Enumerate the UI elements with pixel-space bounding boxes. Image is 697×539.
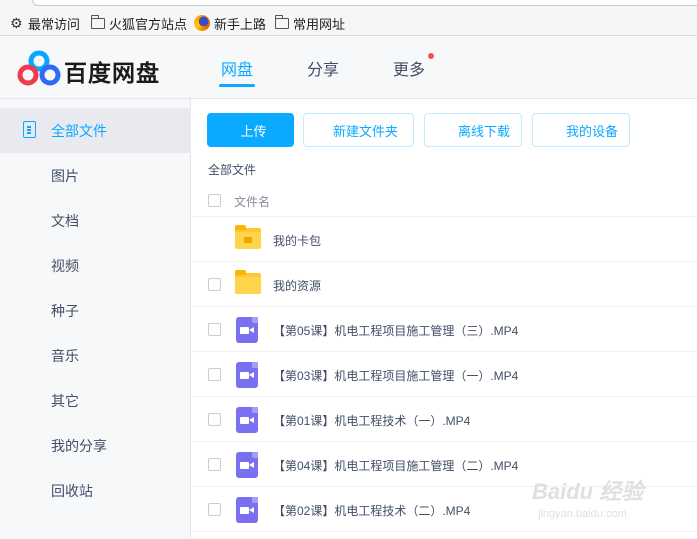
row-checkbox[interactable] [208, 413, 221, 426]
sidebar-item-label: 其它 [51, 392, 79, 409]
column-header-filename[interactable]: 文件名 [234, 193, 270, 210]
nav-share[interactable]: 分享 [307, 56, 339, 80]
sidebar-item-images[interactable]: 图片 [0, 153, 191, 198]
video-file-icon [236, 317, 258, 343]
baidu-netdisk-logo-icon[interactable] [17, 50, 61, 86]
baidu-jingyan-watermark: Baidu 经验 jingyan.baidu.com [532, 470, 692, 530]
sidebar-item-label: 我的分享 [51, 437, 107, 454]
watermark-main: Baidu 经验 [532, 479, 644, 504]
sidebar-item-torrents[interactable]: 种子 [0, 288, 191, 333]
upload-button[interactable]: 上传 [207, 113, 294, 147]
file-row[interactable]: 【第03课】机电工程项目施工管理（一）.MP4 [192, 352, 697, 397]
folder-icon [274, 14, 289, 29]
file-name[interactable]: 我的卡包 [273, 232, 321, 249]
file-name[interactable]: 【第05课】机电工程项目施工管理（三）.MP4 [273, 322, 518, 339]
notification-dot [428, 53, 434, 59]
nav-more[interactable]: 更多 [393, 56, 425, 80]
row-checkbox[interactable] [208, 503, 221, 516]
gear-icon: ⚙ [10, 15, 23, 31]
file-name[interactable]: 【第04课】机电工程项目施工管理（二）.MP4 [273, 457, 518, 474]
address-bar-edge [32, 0, 697, 6]
card-folder-icon [235, 225, 261, 249]
file-name[interactable]: 【第01课】机电工程技术（一）.MP4 [273, 412, 470, 429]
video-file-icon [236, 497, 258, 523]
sidebar-item-label: 种子 [51, 302, 79, 319]
bookmark-getting-started[interactable]: 新手上路 [194, 14, 266, 32]
sidebar-item-documents[interactable]: 文档 [0, 198, 191, 243]
bookmark-firefox-site[interactable]: 火狐官方站点 [90, 14, 188, 32]
brand-name[interactable]: 百度网盘 [64, 54, 160, 88]
bookmarks-bar: ⚙ 最常访问 火狐官方站点 新手上路 常用网址 [0, 0, 697, 36]
sidebar-item-label: 回收站 [51, 482, 93, 499]
bookmark-label: 常用网址 [293, 16, 346, 32]
sidebar-item-label: 音乐 [51, 347, 79, 364]
folder-icon [90, 14, 105, 29]
file-list-header: 文件名 [192, 183, 697, 217]
offline-download-button[interactable]: 离线下载 [424, 113, 522, 147]
file-name[interactable]: 【第02课】机电工程技术（二）.MP4 [273, 502, 470, 519]
breadcrumb[interactable]: 全部文件 [208, 161, 256, 178]
sidebar-item-videos[interactable]: 视频 [0, 243, 191, 288]
file-row[interactable]: 我的资源 [192, 262, 697, 307]
row-checkbox[interactable] [208, 323, 221, 336]
sidebar-item-label: 全部文件 [51, 122, 107, 139]
offline-download-label: 离线下载 [457, 123, 510, 139]
document-icon [23, 121, 36, 138]
sidebar: 全部文件 图片 文档 视频 种子 音乐 其它 我的分享 回收站 [0, 99, 191, 539]
upload-label: 上传 [240, 123, 267, 139]
sidebar-item-label: 文档 [51, 212, 79, 229]
file-name[interactable]: 【第03课】机电工程项目施工管理（一）.MP4 [273, 367, 518, 384]
new-folder-button[interactable]: 新建文件夹 [303, 113, 414, 147]
video-file-icon [236, 407, 258, 433]
new-folder-label: 新建文件夹 [332, 123, 398, 139]
nav-active-underline [219, 84, 255, 87]
watermark-sub: jingyan.baidu.com [538, 508, 627, 520]
sidebar-item-other[interactable]: 其它 [0, 378, 191, 423]
folder-icon [235, 270, 261, 294]
row-checkbox[interactable] [208, 458, 221, 471]
file-row[interactable]: 【第05课】机电工程项目施工管理（三）.MP4 [192, 307, 697, 352]
bookmark-most-visited[interactable]: ⚙ 最常访问 [10, 14, 80, 32]
sidebar-item-all-files[interactable]: 全部文件 [0, 108, 191, 153]
bookmark-label: 新手上路 [214, 16, 267, 32]
sidebar-item-music[interactable]: 音乐 [0, 333, 191, 378]
app-header: 百度网盘 网盘 分享 更多 [0, 37, 697, 99]
sidebar-item-my-shares[interactable]: 我的分享 [0, 423, 191, 468]
nav-netdisk[interactable]: 网盘 [221, 56, 253, 80]
bookmark-label: 火狐官方站点 [109, 16, 188, 32]
file-name[interactable]: 我的资源 [273, 277, 321, 294]
bookmark-common-sites[interactable]: 常用网址 [274, 14, 346, 32]
file-row[interactable]: 【第01课】机电工程技术（一）.MP4 [192, 397, 697, 442]
row-checkbox[interactable] [208, 368, 221, 381]
video-file-icon [236, 362, 258, 388]
video-file-icon [236, 452, 258, 478]
sidebar-item-label: 视频 [51, 257, 79, 274]
my-devices-label: 我的设备 [565, 123, 618, 139]
sidebar-item-recycle-bin[interactable]: 回收站 [0, 468, 191, 513]
my-devices-button[interactable]: 我的设备 [532, 113, 630, 147]
select-all-checkbox[interactable] [208, 194, 221, 207]
row-checkbox[interactable] [208, 278, 221, 291]
sidebar-item-label: 图片 [51, 167, 79, 184]
file-row[interactable]: 我的卡包 [192, 217, 697, 262]
firefox-icon [194, 15, 210, 31]
bookmark-label: 最常访问 [28, 16, 81, 32]
